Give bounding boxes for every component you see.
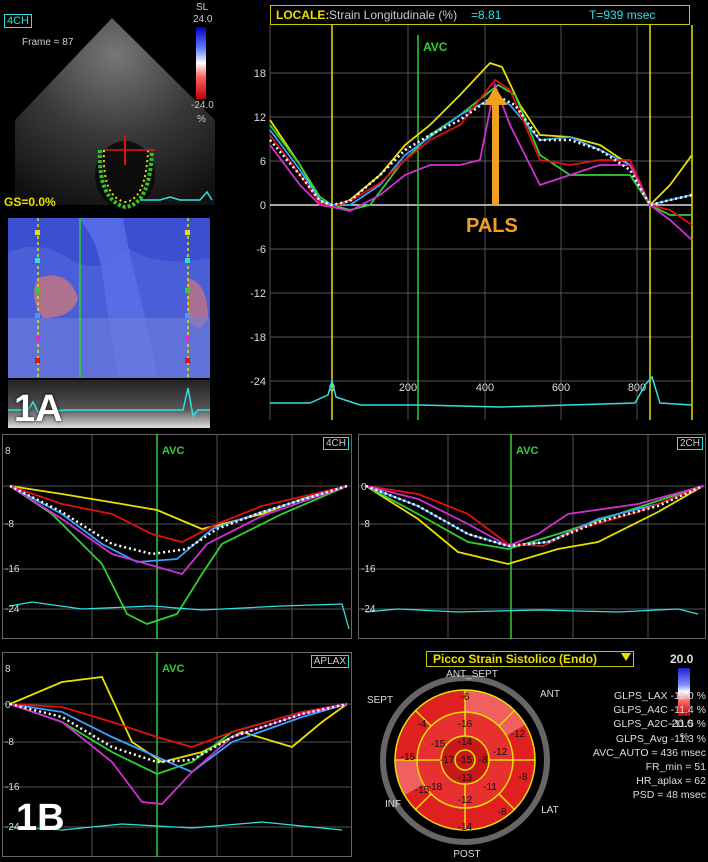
tag-aplax: APLAX	[310, 655, 349, 668]
segment-label-inf: INF	[385, 799, 401, 810]
segment-value: -14	[458, 737, 473, 748]
locale-ytick: -12	[250, 288, 266, 300]
locale-xtick: 200	[399, 382, 417, 394]
segment-value: -8	[519, 772, 528, 783]
locale-ytick: -24	[250, 376, 266, 388]
bullseye-scale-top: 20.0	[670, 652, 694, 666]
stat-line: HR_aplax = 62	[636, 775, 706, 788]
segment-label-ant-sept: ANT_SEPT	[446, 669, 498, 680]
segment-value: -6	[461, 692, 470, 703]
ytick-aplax: -8	[5, 737, 14, 748]
bullseye-title: Picco Strain Sistolico (Endo)	[433, 652, 598, 666]
stat-line: AVC_AUTO = 436 msec	[592, 746, 706, 759]
strain-map	[8, 218, 210, 378]
locale-ytick: 0	[260, 200, 266, 212]
ytick-aplax: 8	[5, 664, 11, 675]
locale-ytick: -6	[256, 244, 266, 256]
stat-line: GLPS_A4C -11.4 %	[613, 704, 706, 717]
segment-value: -12	[493, 747, 508, 758]
stat-line: GLPS_Avg -11.3 %	[615, 732, 706, 745]
segment-value: -15	[458, 755, 473, 766]
ytick-2ch: 0	[361, 482, 367, 493]
locale-xtick: 600	[552, 382, 570, 394]
locale-value: =8.81	[471, 8, 502, 22]
segment-value: -15	[431, 739, 446, 750]
chart-4ch: 8 -8 -16 -24 AVC	[2, 434, 352, 639]
segment-value: -8	[479, 755, 488, 766]
chart-2ch: 0 -8 -16 -24 AVC	[358, 434, 706, 639]
ytick-4ch: 8	[5, 446, 11, 457]
locale-ytick: 12	[254, 112, 266, 124]
panel-label-1b: 1B	[16, 797, 65, 839]
sl-label: SL	[196, 2, 209, 13]
avc-4ch: AVC	[162, 445, 184, 457]
segment-value: -13	[458, 773, 473, 784]
locale-ytick: 6	[260, 156, 266, 168]
ytick-aplax: 0	[5, 700, 11, 711]
ytick-aplax: -16	[5, 782, 20, 793]
stat-line: PSD = 48 msec	[632, 789, 706, 802]
ytick-2ch: -8	[361, 519, 370, 530]
scale-bottom: -24.0	[191, 100, 214, 111]
tag-4ch: 4CH	[322, 437, 349, 450]
ytick-2ch: -24	[361, 604, 376, 615]
segment-value: -4	[418, 719, 427, 730]
stat-line: FR_min = 51	[645, 761, 706, 774]
locale-xtick: 400	[476, 382, 494, 394]
avc-2ch: AVC	[516, 445, 538, 457]
segment-label-sept: SEPT	[367, 695, 393, 706]
ytick-4ch: -8	[5, 519, 14, 530]
locale-time: T=939 msec	[589, 8, 656, 22]
panel-label-1a: 1A	[14, 388, 63, 430]
stat-line: GLPS_LAX -11.0 %	[613, 690, 706, 702]
chart-4ch-panel: 8 -8 -16 -24 AVC 4CH	[2, 434, 352, 639]
segment-value: -14	[458, 822, 473, 833]
segment-value: -18	[428, 782, 443, 793]
stat-line: GLPS_A2C -11.5 %	[613, 718, 706, 731]
bullseye-plot: -6 -12 -8 -8 -14 -15 -15 -4 -16 -12 -11 …	[367, 669, 560, 860]
locale-header: LOCALE: Strain Longitudinale (%) =8.81 T…	[270, 5, 690, 25]
view-tag: 4CH	[4, 14, 33, 28]
locale-title: Strain Longitudinale (%)	[329, 8, 458, 22]
scale-top: 24.0	[193, 14, 213, 25]
segment-value: -12	[511, 729, 526, 740]
segment-value: -16	[458, 719, 473, 730]
segment-label-post: POST	[453, 849, 480, 860]
scale-unit: %	[197, 114, 206, 125]
chart-2ch-panel: 0 -8 -16 -24 AVC 2CH	[358, 434, 706, 639]
segment-value: -8	[498, 807, 507, 818]
locale-chart: 18 12 6 0 -6 -12 -18 -24 0 200 400 600 8…	[250, 25, 693, 420]
triangle-down-icon[interactable]	[621, 653, 631, 661]
locale-prefix: LOCALE:	[276, 8, 330, 22]
echo-image-panel: 4CH Frame = 87 SL 24.0 -24.0 % GS=0.0%	[0, 0, 225, 212]
frame-label: Frame = 87	[22, 37, 74, 48]
avc-aplax: AVC	[162, 663, 184, 675]
segment-value: -11	[483, 782, 497, 793]
segment-value: -15	[401, 752, 416, 763]
ytick-4ch: -24	[5, 604, 20, 615]
segment-label-lat: LAT	[541, 805, 559, 816]
locale-ytick: 18	[254, 68, 266, 80]
stats-panel: GLPS_LAX -11.0 % GLPS_A4C -11.4 % GLPS_A…	[568, 689, 706, 803]
ytick-4ch: -16	[5, 564, 20, 575]
tag-2ch: 2CH	[676, 437, 703, 450]
segment-value: -12	[458, 795, 473, 806]
segment-value: -17	[440, 755, 455, 766]
pals-label: PALS	[466, 215, 518, 237]
locale-ytick: -18	[250, 332, 266, 344]
segment-label-ant: ANT	[540, 689, 560, 700]
locale-avc: AVC	[423, 40, 448, 54]
strain-map-panel	[8, 218, 210, 378]
gs-label: GS=0.0%	[4, 195, 56, 209]
ytick-2ch: -16	[361, 564, 376, 575]
